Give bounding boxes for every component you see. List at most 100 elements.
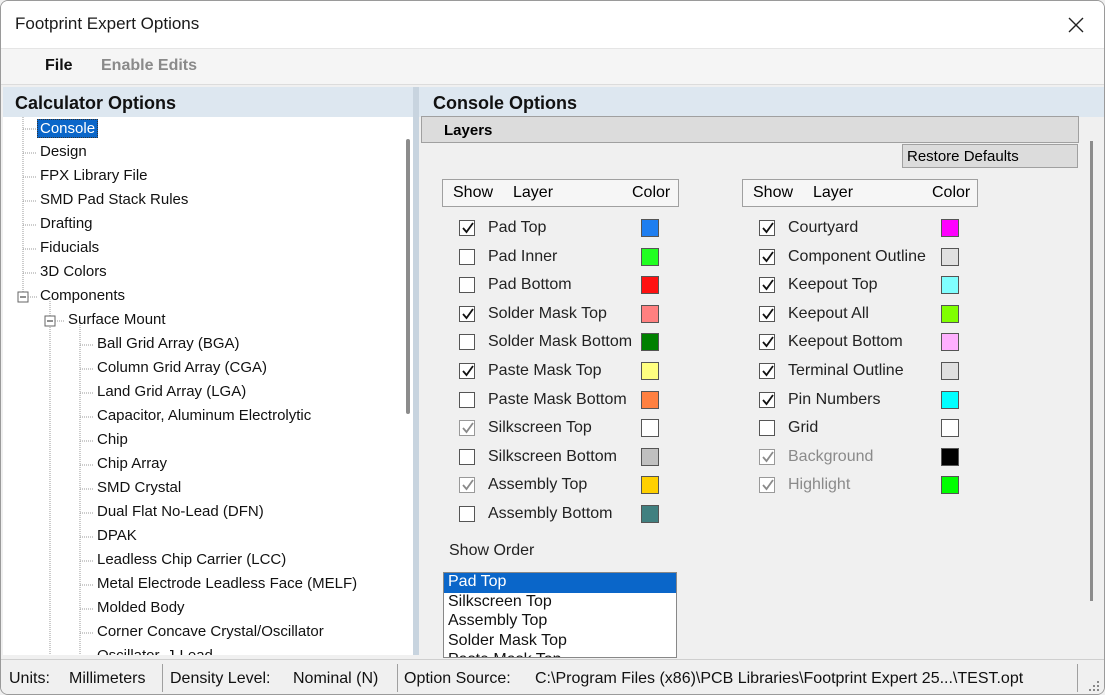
- menu-file[interactable]: File: [45, 57, 73, 75]
- col-layer: Layer: [513, 184, 554, 201]
- layer-show-checkbox[interactable]: [459, 220, 475, 236]
- tree-scrollbar[interactable]: [406, 139, 410, 414]
- tree-item-smd-pad-stack-rules[interactable]: SMD Pad Stack Rules: [40, 191, 188, 208]
- tree-item-3d-colors[interactable]: 3D Colors: [40, 263, 107, 280]
- layer-show-checkbox[interactable]: [459, 248, 475, 265]
- tree-item-console[interactable]: Console: [37, 119, 99, 138]
- layer-show-checkbox[interactable]: [759, 391, 775, 408]
- layer-color-swatch[interactable]: [641, 362, 659, 380]
- layer-show-checkbox[interactable]: [459, 448, 475, 465]
- tree-item-chip-array[interactable]: Chip Array: [97, 455, 167, 472]
- tree-item-molded-body[interactable]: Molded Body: [97, 599, 185, 616]
- layer-row: Terminal Outline: [759, 361, 989, 383]
- tree-item-fiducials[interactable]: Fiducials: [40, 239, 99, 256]
- layer-show-checkbox[interactable]: [459, 334, 475, 351]
- layer-name: Solder Mask Top: [488, 304, 607, 322]
- show-order-list[interactable]: Pad Top Silkscreen Top Assembly Top Solder …: [443, 572, 677, 658]
- layer-color-swatch[interactable]: [641, 333, 659, 352]
- show-order-item[interactable]: Paste Mask Top: [444, 651, 676, 657]
- layer-name: Terminal Outline: [788, 362, 904, 379]
- tree-item-oscillator-j-lead[interactable]: Oscillator, J-Lead: [97, 647, 213, 655]
- restore-defaults-button[interactable]: Restore Defaults: [902, 144, 1078, 168]
- show-order-item[interactable]: Silkscreen Top: [444, 593, 676, 613]
- console-options-pane: Console Options Layers Restore Defaults …: [419, 87, 1104, 658]
- layer-show-checkbox[interactable]: [759, 305, 775, 322]
- layer-name: Pad Top: [488, 219, 547, 236]
- layer-color-swatch[interactable]: [941, 247, 959, 266]
- tree-item-ball-grid-array-bga[interactable]: Ball Grid Array (BGA): [97, 335, 240, 352]
- status-separator: [162, 664, 163, 692]
- units-label: Units:: [9, 670, 50, 687]
- layer-color-swatch[interactable]: [641, 476, 659, 495]
- layer-show-checkbox[interactable]: [759, 477, 775, 494]
- layer-show-checkbox[interactable]: [459, 506, 475, 522]
- layer-color-swatch[interactable]: [641, 390, 659, 409]
- tree-item-smd-crystal[interactable]: SMD Crystal: [97, 479, 181, 496]
- layer-color-swatch[interactable]: [941, 219, 959, 237]
- tree-item-fpx-library-file[interactable]: FPX Library File: [40, 167, 148, 184]
- menu-enable-edits[interactable]: Enable Edits: [101, 57, 197, 75]
- layer-show-checkbox[interactable]: [459, 391, 475, 408]
- resize-grip-icon[interactable]: [1088, 680, 1100, 692]
- layer-show-checkbox[interactable]: [759, 248, 775, 265]
- layer-color-swatch[interactable]: [941, 362, 959, 380]
- layer-color-swatch[interactable]: [641, 276, 659, 295]
- layer-show-checkbox[interactable]: [459, 305, 475, 322]
- layer-color-swatch[interactable]: [641, 419, 659, 438]
- col-color: Color: [932, 184, 971, 201]
- layer-row: Pin Numbers: [759, 390, 989, 412]
- tree-item-leadless-chip-carrier-lcc[interactable]: Leadless Chip Carrier (LCC): [97, 551, 286, 568]
- show-order-item[interactable]: Solder Mask Top: [444, 632, 676, 652]
- checkmark-icon: [762, 308, 774, 320]
- checkmark-icon: [462, 422, 474, 434]
- show-order-label: Show Order: [449, 542, 535, 559]
- checkmark-icon: [462, 222, 474, 234]
- tree-item-dual-flat-no-lead-dfn[interactable]: Dual Flat No-Lead (DFN): [97, 503, 264, 520]
- tree-item-surface-mount[interactable]: Surface Mount: [68, 311, 166, 328]
- layer-color-swatch[interactable]: [941, 333, 959, 352]
- close-button[interactable]: [1060, 9, 1092, 41]
- layer-color-swatch[interactable]: [941, 476, 959, 495]
- tree-item-design[interactable]: Design: [40, 143, 87, 160]
- layer-show-checkbox[interactable]: [459, 277, 475, 294]
- layer-color-swatch[interactable]: [641, 219, 659, 237]
- options-scrollbar[interactable]: [1090, 141, 1093, 601]
- layer-name: Solder Mask Bottom: [488, 333, 633, 351]
- layer-color-swatch[interactable]: [641, 304, 659, 323]
- layer-show-checkbox[interactable]: [459, 363, 475, 379]
- layer-show-checkbox[interactable]: [459, 420, 475, 437]
- layer-color-swatch[interactable]: [941, 390, 959, 409]
- tree-item-column-grid-array-cga[interactable]: Column Grid Array (CGA): [97, 359, 267, 376]
- layer-row: Keepout All: [759, 304, 989, 326]
- title-bar: Footprint Expert Options: [1, 1, 1104, 49]
- layer-show-checkbox[interactable]: [459, 477, 475, 494]
- tree-item-land-grid-array-lga[interactable]: Land Grid Array (LGA): [97, 383, 246, 400]
- layer-name: Courtyard: [788, 219, 859, 236]
- layer-color-swatch[interactable]: [641, 505, 659, 523]
- layer-color-swatch[interactable]: [641, 247, 659, 266]
- tree-item-chip[interactable]: Chip: [97, 431, 128, 448]
- layer-show-checkbox[interactable]: [759, 220, 775, 236]
- tree-item-corner-concave-crystal-oscillator[interactable]: Corner Concave Crystal/Oscillator: [97, 623, 324, 640]
- source-label: Option Source:: [404, 670, 511, 687]
- layer-color-swatch[interactable]: [941, 304, 959, 323]
- tree-item-components[interactable]: Components: [40, 287, 125, 304]
- layer-color-swatch[interactable]: [941, 276, 959, 295]
- layer-color-swatch[interactable]: [941, 419, 959, 438]
- layer-name: Highlight: [788, 476, 851, 494]
- layer-show-checkbox[interactable]: [759, 363, 775, 379]
- layers-section-header[interactable]: Layers: [421, 116, 1079, 143]
- tree-item-metal-electrode-leadless-face-melf[interactable]: Metal Electrode Leadless Face (MELF): [97, 575, 357, 592]
- show-order-item[interactable]: Assembly Top: [444, 612, 676, 632]
- layer-color-swatch[interactable]: [641, 447, 659, 466]
- tree-item-dpak[interactable]: DPAK: [97, 527, 137, 544]
- layer-show-checkbox[interactable]: [759, 277, 775, 294]
- window-title: Footprint Expert Options: [15, 14, 200, 33]
- show-order-item[interactable]: Pad Top: [444, 573, 676, 593]
- tree-item-drafting[interactable]: Drafting: [40, 215, 93, 232]
- layer-color-swatch[interactable]: [941, 447, 959, 466]
- layer-show-checkbox[interactable]: [759, 334, 775, 351]
- layer-show-checkbox[interactable]: [759, 448, 775, 465]
- tree-item-capacitor-aluminum-electrolytic[interactable]: Capacitor, Aluminum Electrolytic: [97, 407, 311, 424]
- layer-show-checkbox[interactable]: [759, 420, 775, 437]
